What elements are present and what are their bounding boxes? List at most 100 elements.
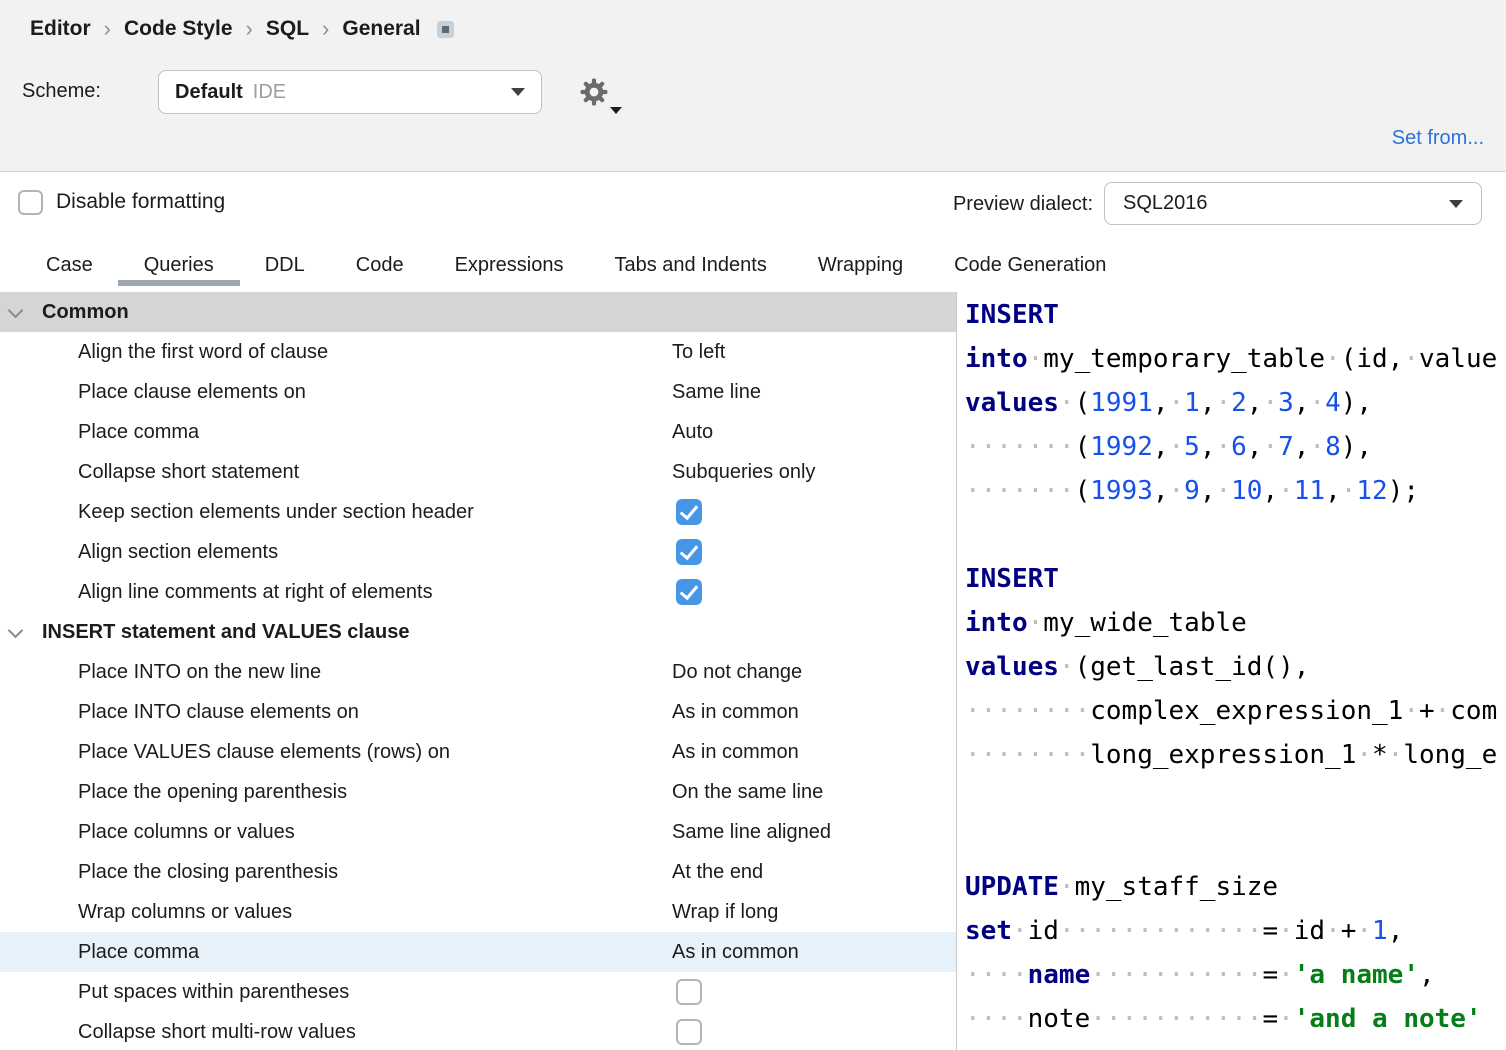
setting-checkbox[interactable] [676,979,702,1005]
code-token: my_temporary_table [1043,344,1325,374]
scheme-dropdown[interactable]: Default IDE [158,70,542,114]
section-header-row[interactable]: INSERT statement and VALUES clause [0,612,956,652]
setting-row[interactable]: Keep section elements under section head… [0,492,956,532]
tab-wrapping[interactable]: Wrapping [818,254,903,277]
code-token: id [1294,916,1325,946]
setting-value-dropdown[interactable]: Wrap if long [672,901,778,924]
setting-value-dropdown[interactable]: Auto [672,421,713,444]
tab-ddl[interactable]: DDL [265,254,305,277]
setting-row[interactable]: Align section elements [0,532,956,572]
breadcrumb-item-editor[interactable]: Editor [30,17,91,41]
setting-value-dropdown[interactable]: As in common [672,701,799,724]
code-preview-panel[interactable]: INSERTinto·my_temporary_table·(id,·value… [956,292,1506,1050]
setting-label: Place the opening parenthesis [78,781,347,804]
code-line: set·id·············=·id·+·1, [965,909,1506,953]
code-line [965,513,1506,557]
code-token: 1 [1372,916,1388,946]
setting-row[interactable]: Align the first word of clauseTo left [0,332,956,372]
setting-row[interactable]: Place INTO clause elements onAs in commo… [0,692,956,732]
code-token: ( [1075,476,1091,506]
setting-value-dropdown[interactable]: At the end [672,861,763,884]
setting-value-dropdown[interactable]: On the same line [672,781,823,804]
setting-row[interactable]: Place INTO on the new lineDo not change [0,652,956,692]
code-token: ( [1075,432,1091,462]
breadcrumb-item-general[interactable]: General [342,17,420,41]
setting-row[interactable]: Place the opening parenthesis On the same… [0,772,956,812]
setting-value-dropdown[interactable]: Same line aligned [672,821,831,844]
tab-code-generation[interactable]: Code Generation [954,254,1106,277]
setting-value-dropdown[interactable]: As in common [672,941,799,964]
code-token: ); [1388,476,1419,506]
setting-row[interactable]: Place commaAuto [0,412,956,452]
preview-dialect-label: Preview dialect: [860,193,1093,216]
whitespace-dots: ······· [965,432,1075,462]
setting-checkbox[interactable] [676,499,702,525]
preview-dialect-value: SQL2016 [1123,192,1449,215]
setting-checkbox[interactable] [676,539,702,565]
tab-expressions[interactable]: Expressions [455,254,564,277]
code-token: INSERT [965,300,1059,330]
whitespace-dots: · [1262,432,1278,462]
setting-row[interactable]: Wrap columns or values Wrap if long [0,892,956,932]
code-token: 9 [1184,476,1200,506]
setting-row[interactable]: Place columns or valuesSame line aligned [0,812,956,852]
setting-checkbox[interactable] [676,1019,702,1045]
setting-checkbox[interactable] [676,579,702,605]
code-token: complex_expression_1 [1090,696,1403,726]
code-token: 11 [1294,476,1325,506]
code-line: into·my_temporary_table·(id,·value [965,337,1506,381]
setting-row[interactable]: Collapse short statementSubqueries only [0,452,956,492]
setting-value-dropdown[interactable]: As in common [672,741,799,764]
code-token: , [1388,916,1404,946]
setting-value-dropdown[interactable]: Same line [672,381,761,404]
setting-row[interactable]: Align line comments at right of elements [0,572,956,612]
setting-row[interactable]: Collapse short multi-row values [0,1012,956,1050]
setting-label: Keep section elements under section head… [78,501,474,524]
whitespace-dots: · [1059,652,1075,682]
setting-row[interactable]: Place the closing parenthesisAt the end [0,852,956,892]
code-line: into·my_wide_table [965,601,1506,645]
code-token: UPDATE [965,872,1059,902]
section-header-row[interactable]: Common [0,292,956,332]
breadcrumb-item-sql[interactable]: SQL [266,17,309,41]
setting-label: Place comma [78,941,199,964]
code-line: ·······(1993,·9,·10,·11,·12); [965,469,1506,513]
code-token: values [965,388,1059,418]
code-token: 8 [1325,432,1341,462]
tab-case[interactable]: Case [46,254,93,277]
setting-label: Wrap columns or values [78,901,292,924]
setting-label: Place clause elements on [78,381,306,404]
setting-value-dropdown[interactable]: Do not change [672,661,802,684]
preview-dialect-dropdown[interactable]: SQL2016 [1104,182,1482,225]
tab-tabs-and-indents[interactable]: Tabs and Indents [615,254,767,277]
code-token: (get_last_id(), [1075,652,1310,682]
tab-code[interactable]: Code [356,254,404,277]
code-token: = [1262,1004,1278,1034]
tab-bar: Case Queries DDL Code Expressions Tabs and In… [46,246,1106,284]
disable-formatting-checkbox[interactable] [18,190,43,215]
code-line: INSERT [965,557,1506,601]
scheme-actions-button[interactable] [576,74,616,114]
chevron-down-icon[interactable] [8,623,24,639]
setting-value-dropdown[interactable]: To left [672,341,725,364]
chevron-down-icon[interactable] [8,303,24,319]
code-line: ····note···········=·'and a note' [965,997,1506,1041]
tab-queries[interactable]: Queries [144,254,214,277]
settings-list: CommonAlign the first word of clauseTo l… [0,292,956,1050]
set-from-link[interactable]: Set from... [1392,127,1484,150]
whitespace-dots: · [1278,1004,1294,1034]
setting-label: Align line comments at right of elements [78,581,433,604]
code-token: , [1325,476,1341,506]
setting-value-dropdown[interactable]: Subqueries only [672,461,815,484]
code-token: into [965,344,1028,374]
code-token: , [1153,388,1169,418]
breadcrumb-item-code-style[interactable]: Code Style [124,17,233,41]
setting-row[interactable]: Place comma As in common [0,932,956,972]
setting-row[interactable]: Place VALUES clause elements (rows) onAs… [0,732,956,772]
code-line: ····name···········=·'a name', [965,953,1506,997]
setting-row[interactable]: Place clause elements on Same line [0,372,956,412]
code-token: ), [1341,432,1372,462]
code-token: , [1262,476,1278,506]
code-token: ), [1341,388,1372,418]
setting-row[interactable]: Put spaces within parentheses [0,972,956,1012]
